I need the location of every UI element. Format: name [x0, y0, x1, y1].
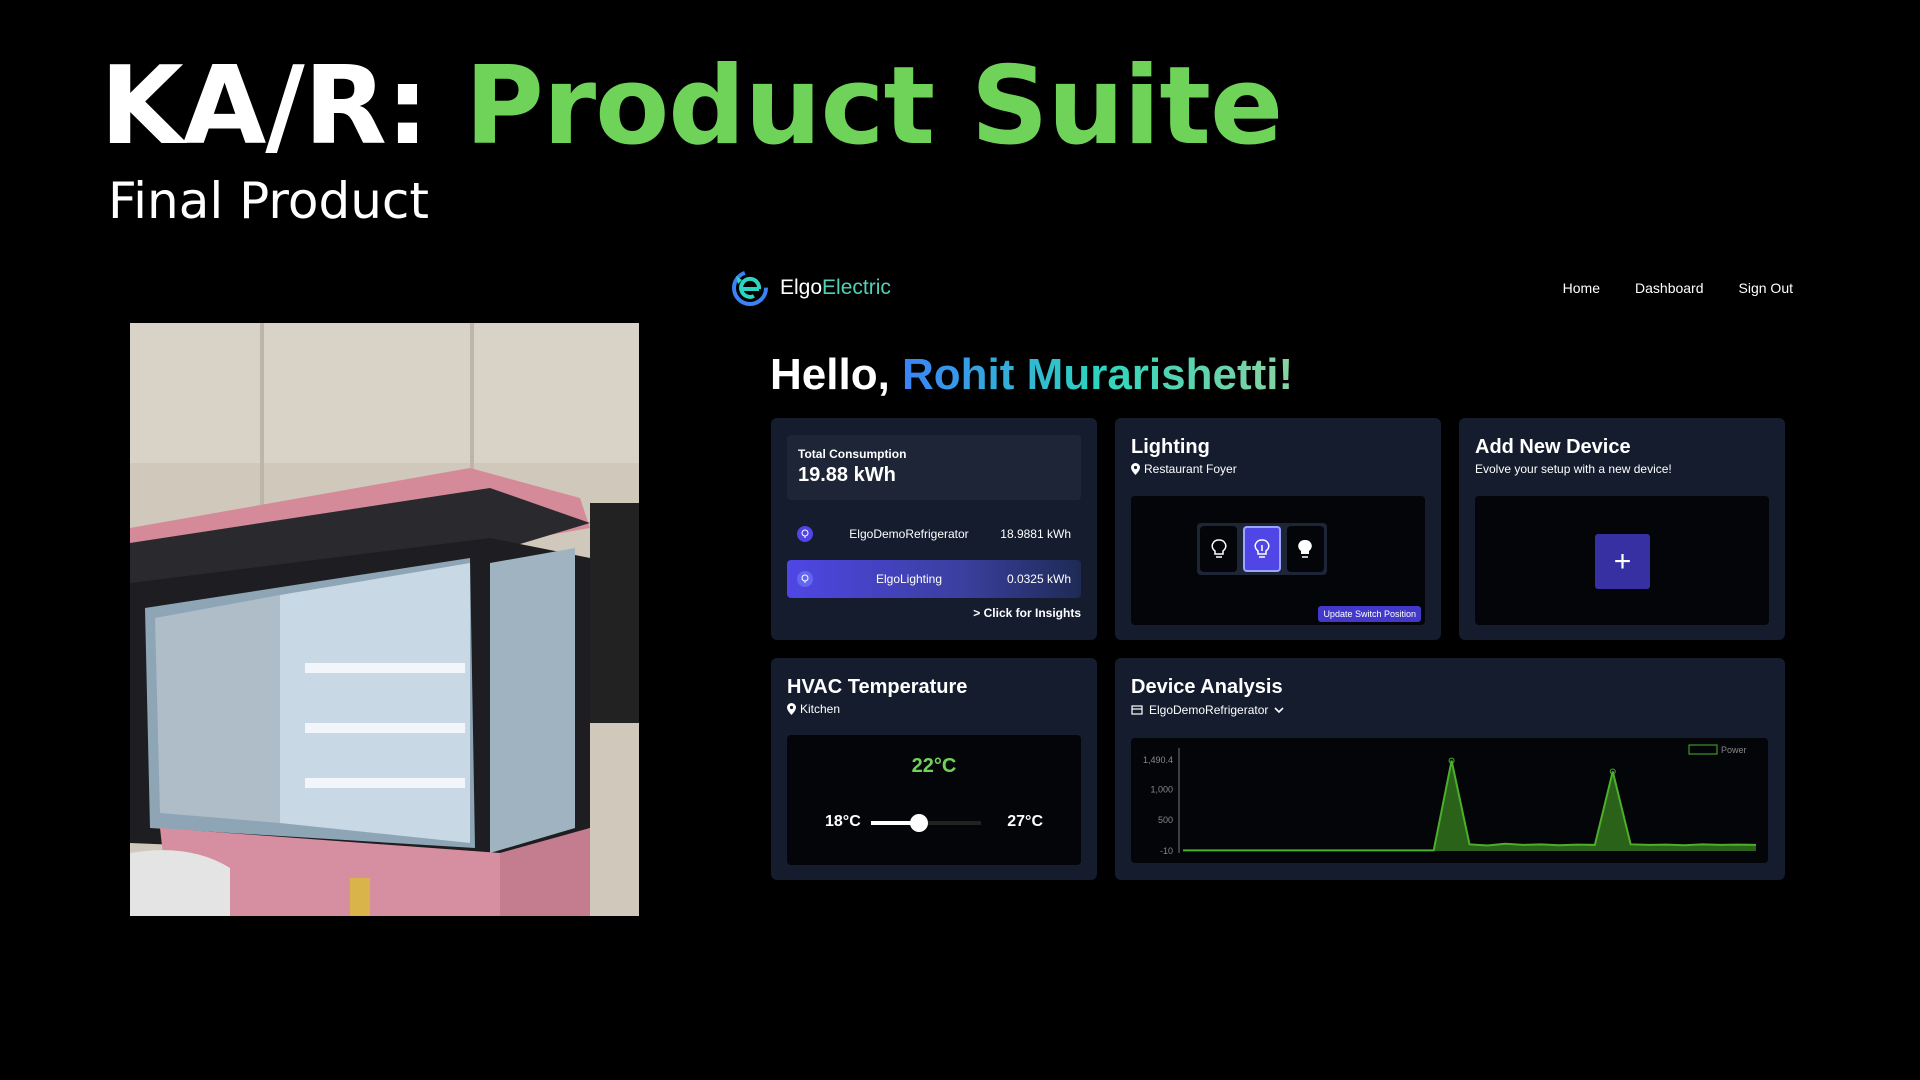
- hvac-location: Kitchen: [787, 702, 840, 716]
- lighting-title: Lighting: [1131, 436, 1210, 458]
- brand-name-part2: Electric: [822, 276, 891, 299]
- min-temperature: 18°C: [825, 813, 861, 830]
- bulb-on-icon: [1298, 539, 1313, 558]
- temperature-slider-knob[interactable]: [910, 814, 929, 832]
- y-tick-label: 1,000: [1150, 785, 1173, 795]
- power-chart-svg: 1,490.4 1,000 500 -10 Power: [1143, 744, 1757, 856]
- consumption-card: Total Consumption 19.88 kWh ElgoDemoRefr…: [771, 418, 1097, 640]
- nav-dashboard[interactable]: Dashboard: [1635, 280, 1704, 296]
- switch-group: [1197, 523, 1327, 575]
- slide-title-accent: Product Suite: [464, 44, 1284, 169]
- light-dim-switch[interactable]: [1243, 526, 1281, 572]
- y-tick-label: 1,490.4: [1143, 755, 1173, 765]
- add-device-title: Add New Device: [1475, 436, 1631, 458]
- lighting-card: Lighting Restaurant Foyer Update Switch …: [1115, 418, 1441, 640]
- selected-device: ElgoDemoRefrigerator: [1149, 703, 1269, 717]
- bulb-dim-icon: [1254, 539, 1270, 558]
- add-device-subtitle: Evolve your setup with a new device!: [1475, 462, 1672, 476]
- refrigerator-photo: [130, 323, 639, 916]
- location-pin-icon: [1131, 463, 1140, 475]
- y-tick-label: 500: [1158, 815, 1173, 825]
- device-usage: 18.9881 kWh: [1000, 527, 1071, 541]
- device-icon: [1131, 705, 1143, 715]
- chevron-down-icon: [1274, 707, 1284, 714]
- nav-home[interactable]: Home: [1563, 280, 1600, 296]
- lighting-location: Restaurant Foyer: [1131, 462, 1237, 476]
- hvac-panel: 22°C 18°C 27°C: [787, 735, 1081, 865]
- top-nav: Home Dashboard Sign Out: [1563, 280, 1793, 296]
- bulb-off-icon: [1211, 539, 1227, 558]
- light-off-switch[interactable]: [1200, 526, 1238, 572]
- device-name: ElgoLighting: [875, 572, 943, 586]
- brand-logo[interactable]: ElgoElectric: [732, 270, 891, 306]
- elgo-logo-icon: [732, 270, 768, 306]
- insights-link[interactable]: > Click for Insights: [973, 606, 1081, 620]
- device-analysis-title: Device Analysis: [1131, 676, 1283, 698]
- greeting-text: Hello,: [770, 350, 890, 399]
- lighting-panel: Update Switch Position: [1131, 496, 1425, 625]
- total-consumption-label: Total Consumption: [798, 447, 907, 461]
- device-analysis-card: Device Analysis ElgoDemoRefrigerator 1,4…: [1115, 658, 1785, 880]
- total-consumption-value: 19.88 kWh: [798, 464, 896, 486]
- location-pin-icon: [787, 703, 796, 715]
- y-tick-label: -10: [1160, 846, 1173, 856]
- hvac-card: HVAC Temperature Kitchen 22°C 18°C 27°C: [771, 658, 1097, 880]
- light-on-switch[interactable]: [1286, 526, 1324, 572]
- add-device-button[interactable]: +: [1595, 534, 1650, 589]
- temperature-slider[interactable]: [871, 814, 981, 832]
- greeting-heading: Hello, Rohit Murarishetti!: [770, 350, 1293, 400]
- device-name: ElgoDemoRefrigerator: [849, 527, 969, 541]
- max-temperature: 27°C: [1007, 813, 1043, 830]
- lighting-location-text: Restaurant Foyer: [1144, 462, 1237, 476]
- device-select[interactable]: ElgoDemoRefrigerator: [1131, 703, 1284, 717]
- power-area: [1183, 760, 1756, 851]
- hvac-location-text: Kitchen: [800, 702, 841, 716]
- device-usage: 0.0325 kWh: [1006, 572, 1071, 586]
- slide-subtitle: Final Product: [108, 172, 429, 230]
- add-device-card: Add New Device Evolve your setup with a …: [1459, 418, 1785, 640]
- nav-sign-out[interactable]: Sign Out: [1739, 280, 1793, 296]
- slide-title: KA/R: Product Suite: [100, 42, 1284, 172]
- legend-swatch: [1688, 744, 1718, 755]
- update-switch-button[interactable]: Update Switch Position: [1318, 606, 1421, 622]
- power-line: [1183, 760, 1757, 852]
- add-device-panel: +: [1475, 496, 1769, 625]
- device-row[interactable]: ElgoDemoRefrigerator 18.9881 kWh: [787, 515, 1081, 553]
- device-row-selected[interactable]: ElgoLighting 0.0325 kWh: [787, 560, 1081, 598]
- legend-label: Power: [1721, 745, 1747, 755]
- total-consumption-box: Total Consumption 19.88 kWh: [787, 435, 1081, 500]
- hvac-title: HVAC Temperature: [787, 676, 968, 698]
- bulb-icon: [797, 571, 813, 587]
- slide-title-prefix: KA/R:: [100, 44, 429, 169]
- brand-name-part1: Elgo: [780, 276, 823, 299]
- user-name: Rohit Murarishetti!: [902, 350, 1294, 399]
- bulb-icon: [797, 526, 813, 542]
- app-window: ElgoElectric Home Dashboard Sign Out Hel…: [720, 260, 1820, 900]
- brand-name: ElgoElectric: [780, 276, 891, 300]
- current-temperature: 22°C: [911, 755, 957, 777]
- power-chart: 1,490.4 1,000 500 -10 Power: [1131, 738, 1768, 863]
